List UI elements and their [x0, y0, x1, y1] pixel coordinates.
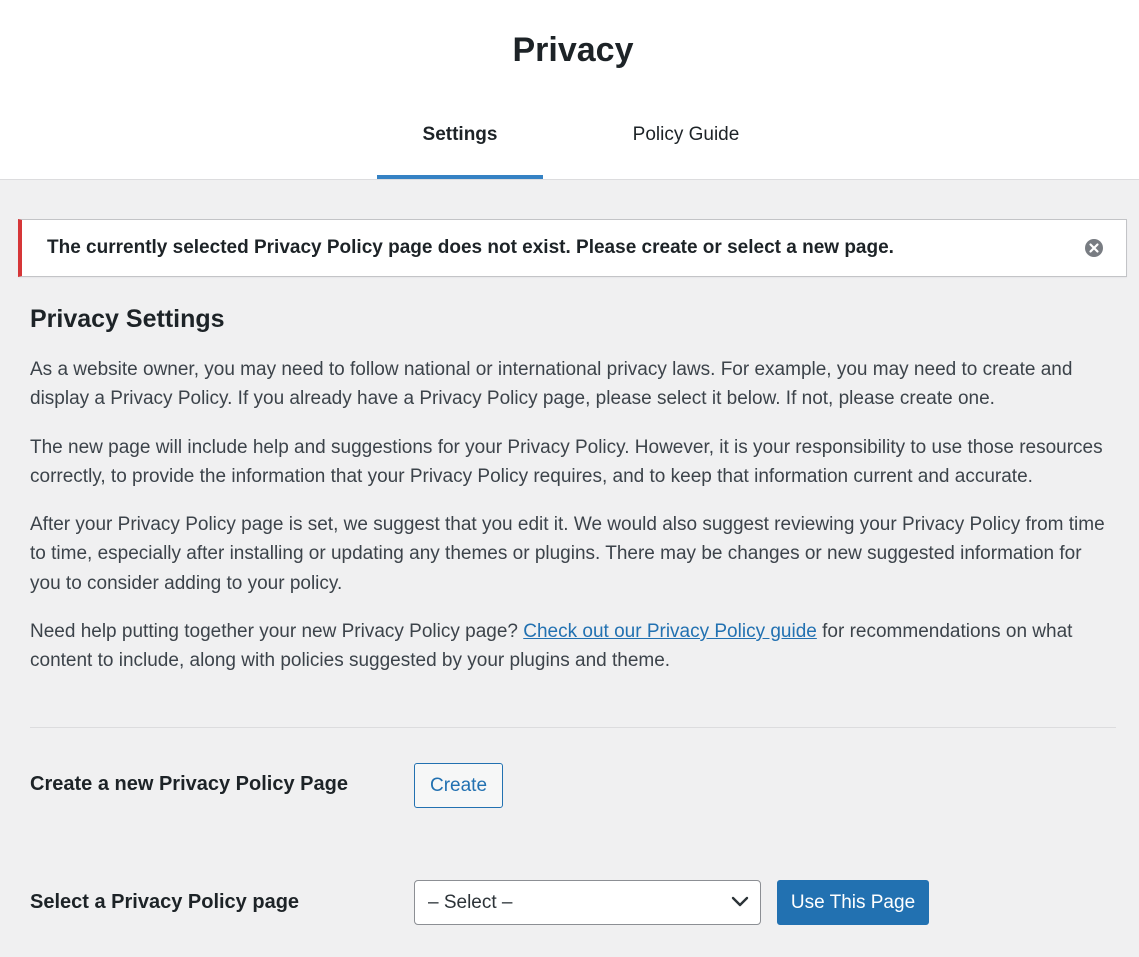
privacy-settings-section: Privacy Settings As a website owner, you…: [30, 300, 1116, 676]
intro-paragraph: As a website owner, you may need to foll…: [30, 359, 1073, 410]
tab-settings[interactable]: Settings: [377, 110, 543, 179]
notice-message: The currently selected Privacy Policy pa…: [47, 237, 894, 258]
create-button[interactable]: Create: [414, 763, 503, 808]
page-title: Privacy: [512, 31, 634, 69]
help-text-before: Need help putting together your new Priv…: [30, 621, 518, 643]
policy-guide-link[interactable]: Check out our Privacy Policy guide: [523, 621, 817, 642]
use-this-page-button[interactable]: Use This Page: [777, 880, 929, 925]
tab-policy-guide[interactable]: Policy Guide: [605, 110, 767, 179]
create-page-label: Create a new Privacy Policy Page: [30, 773, 348, 795]
page-header: Privacy Settings Policy Guide: [0, 0, 1139, 180]
close-circle-icon[interactable]: [1084, 238, 1104, 258]
section-divider: [30, 727, 1116, 728]
select-page-label: Select a Privacy Policy page: [30, 891, 300, 913]
help-paragraph: Need help putting together your new Priv…: [30, 617, 1116, 676]
chevron-down-icon: [731, 896, 749, 907]
section-title: Privacy Settings: [30, 305, 225, 333]
privacy-page-select[interactable]: – Select –: [414, 880, 761, 925]
select-value: – Select –: [428, 892, 513, 913]
error-notice: The currently selected Privacy Policy pa…: [18, 219, 1127, 277]
responsibility-paragraph: The new page will include help and sugge…: [30, 436, 1103, 487]
suggestion-paragraph: After your Privacy Policy page is set, w…: [30, 514, 1105, 594]
